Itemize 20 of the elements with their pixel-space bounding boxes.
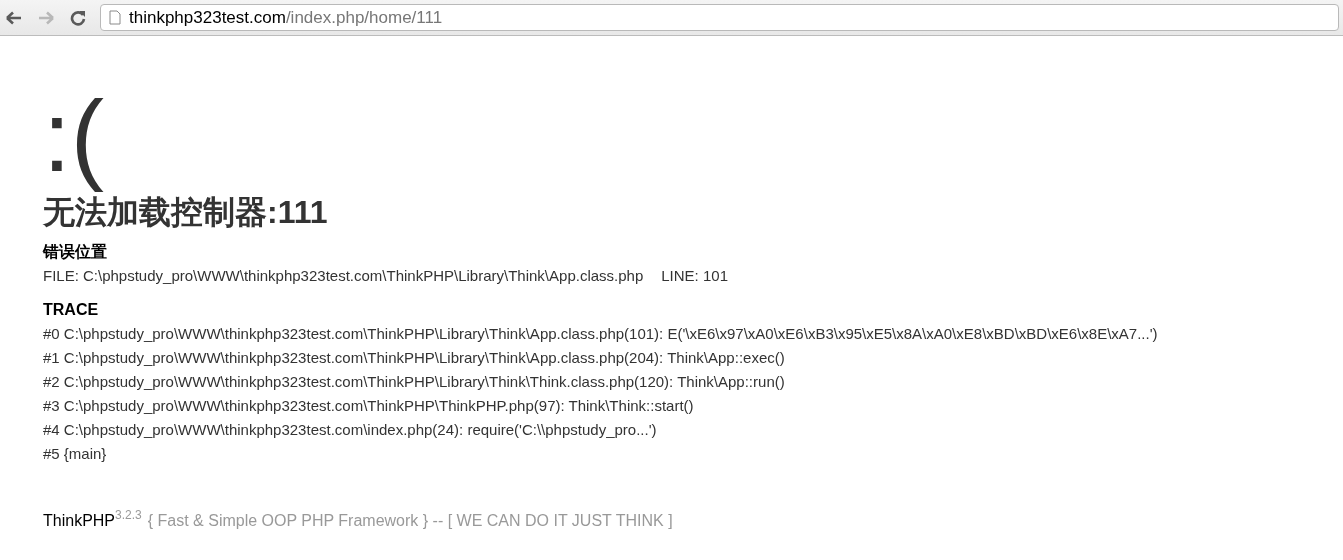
trace-line: #3 C:\phpstudy_pro\WWW\thinkphp323test.com\ThinkPHP\ThinkPHP.php(97): Think\Think::start()	[43, 396, 694, 416]
address-bar[interactable]: thinkphp323test.com/index.php/home/111	[100, 4, 1339, 31]
file-path: FILE: C:\phpstudy_pro\WWW\thinkphp323test.com\ThinkPHP\Library\Think\App.class.php	[43, 266, 644, 286]
trace-line: #2 C:\phpstudy_pro\WWW\thinkphp323test.com\ThinkPHP\Library\Think\Think.class.php(120): Think\App::run()	[43, 372, 785, 392]
trace-line: #4 C:\phpstudy_pro\WWW\thinkphp323test.com\index.php(24): require('C:\\phpstudy_pro...')	[43, 420, 657, 440]
trace-heading: TRACE	[43, 300, 100, 320]
page-icon	[109, 10, 121, 25]
reload-icon	[70, 9, 86, 26]
version-number: 3.2.3	[115, 508, 142, 522]
slogan: { Fast & Simple OOP PHP Framework } -- [ WE CAN DO IT JUST THINK ]	[147, 511, 673, 531]
trace-line: #0 C:\phpstudy_pro\WWW\thinkphp323test.com\ThinkPHP\Library\Think\App.class.php(101): E('\xE6\x97\xA0\xE6\xB3\x95\xE5\x8A\xA0\xE8\xBD\xBD\xE6\x8E\xA7...')	[43, 324, 1158, 344]
error-title: 无法加载控制器:111	[43, 193, 329, 232]
location-heading: 错误位置	[43, 242, 108, 262]
line-number: LINE: 101	[661, 266, 728, 286]
trace-line: #1 C:\phpstudy_pro\WWW\thinkphp323test.com\ThinkPHP\Library\Think\App.class.php(204): Think\App::exec()	[43, 348, 785, 368]
sad-face: :(	[43, 86, 106, 194]
trace-line: #5 {main}	[43, 444, 107, 464]
brand-name: ThinkPHP	[43, 512, 116, 531]
url-host: thinkphp323test.com	[129, 6, 286, 29]
url-path: /index.php/home/111	[285, 6, 443, 29]
